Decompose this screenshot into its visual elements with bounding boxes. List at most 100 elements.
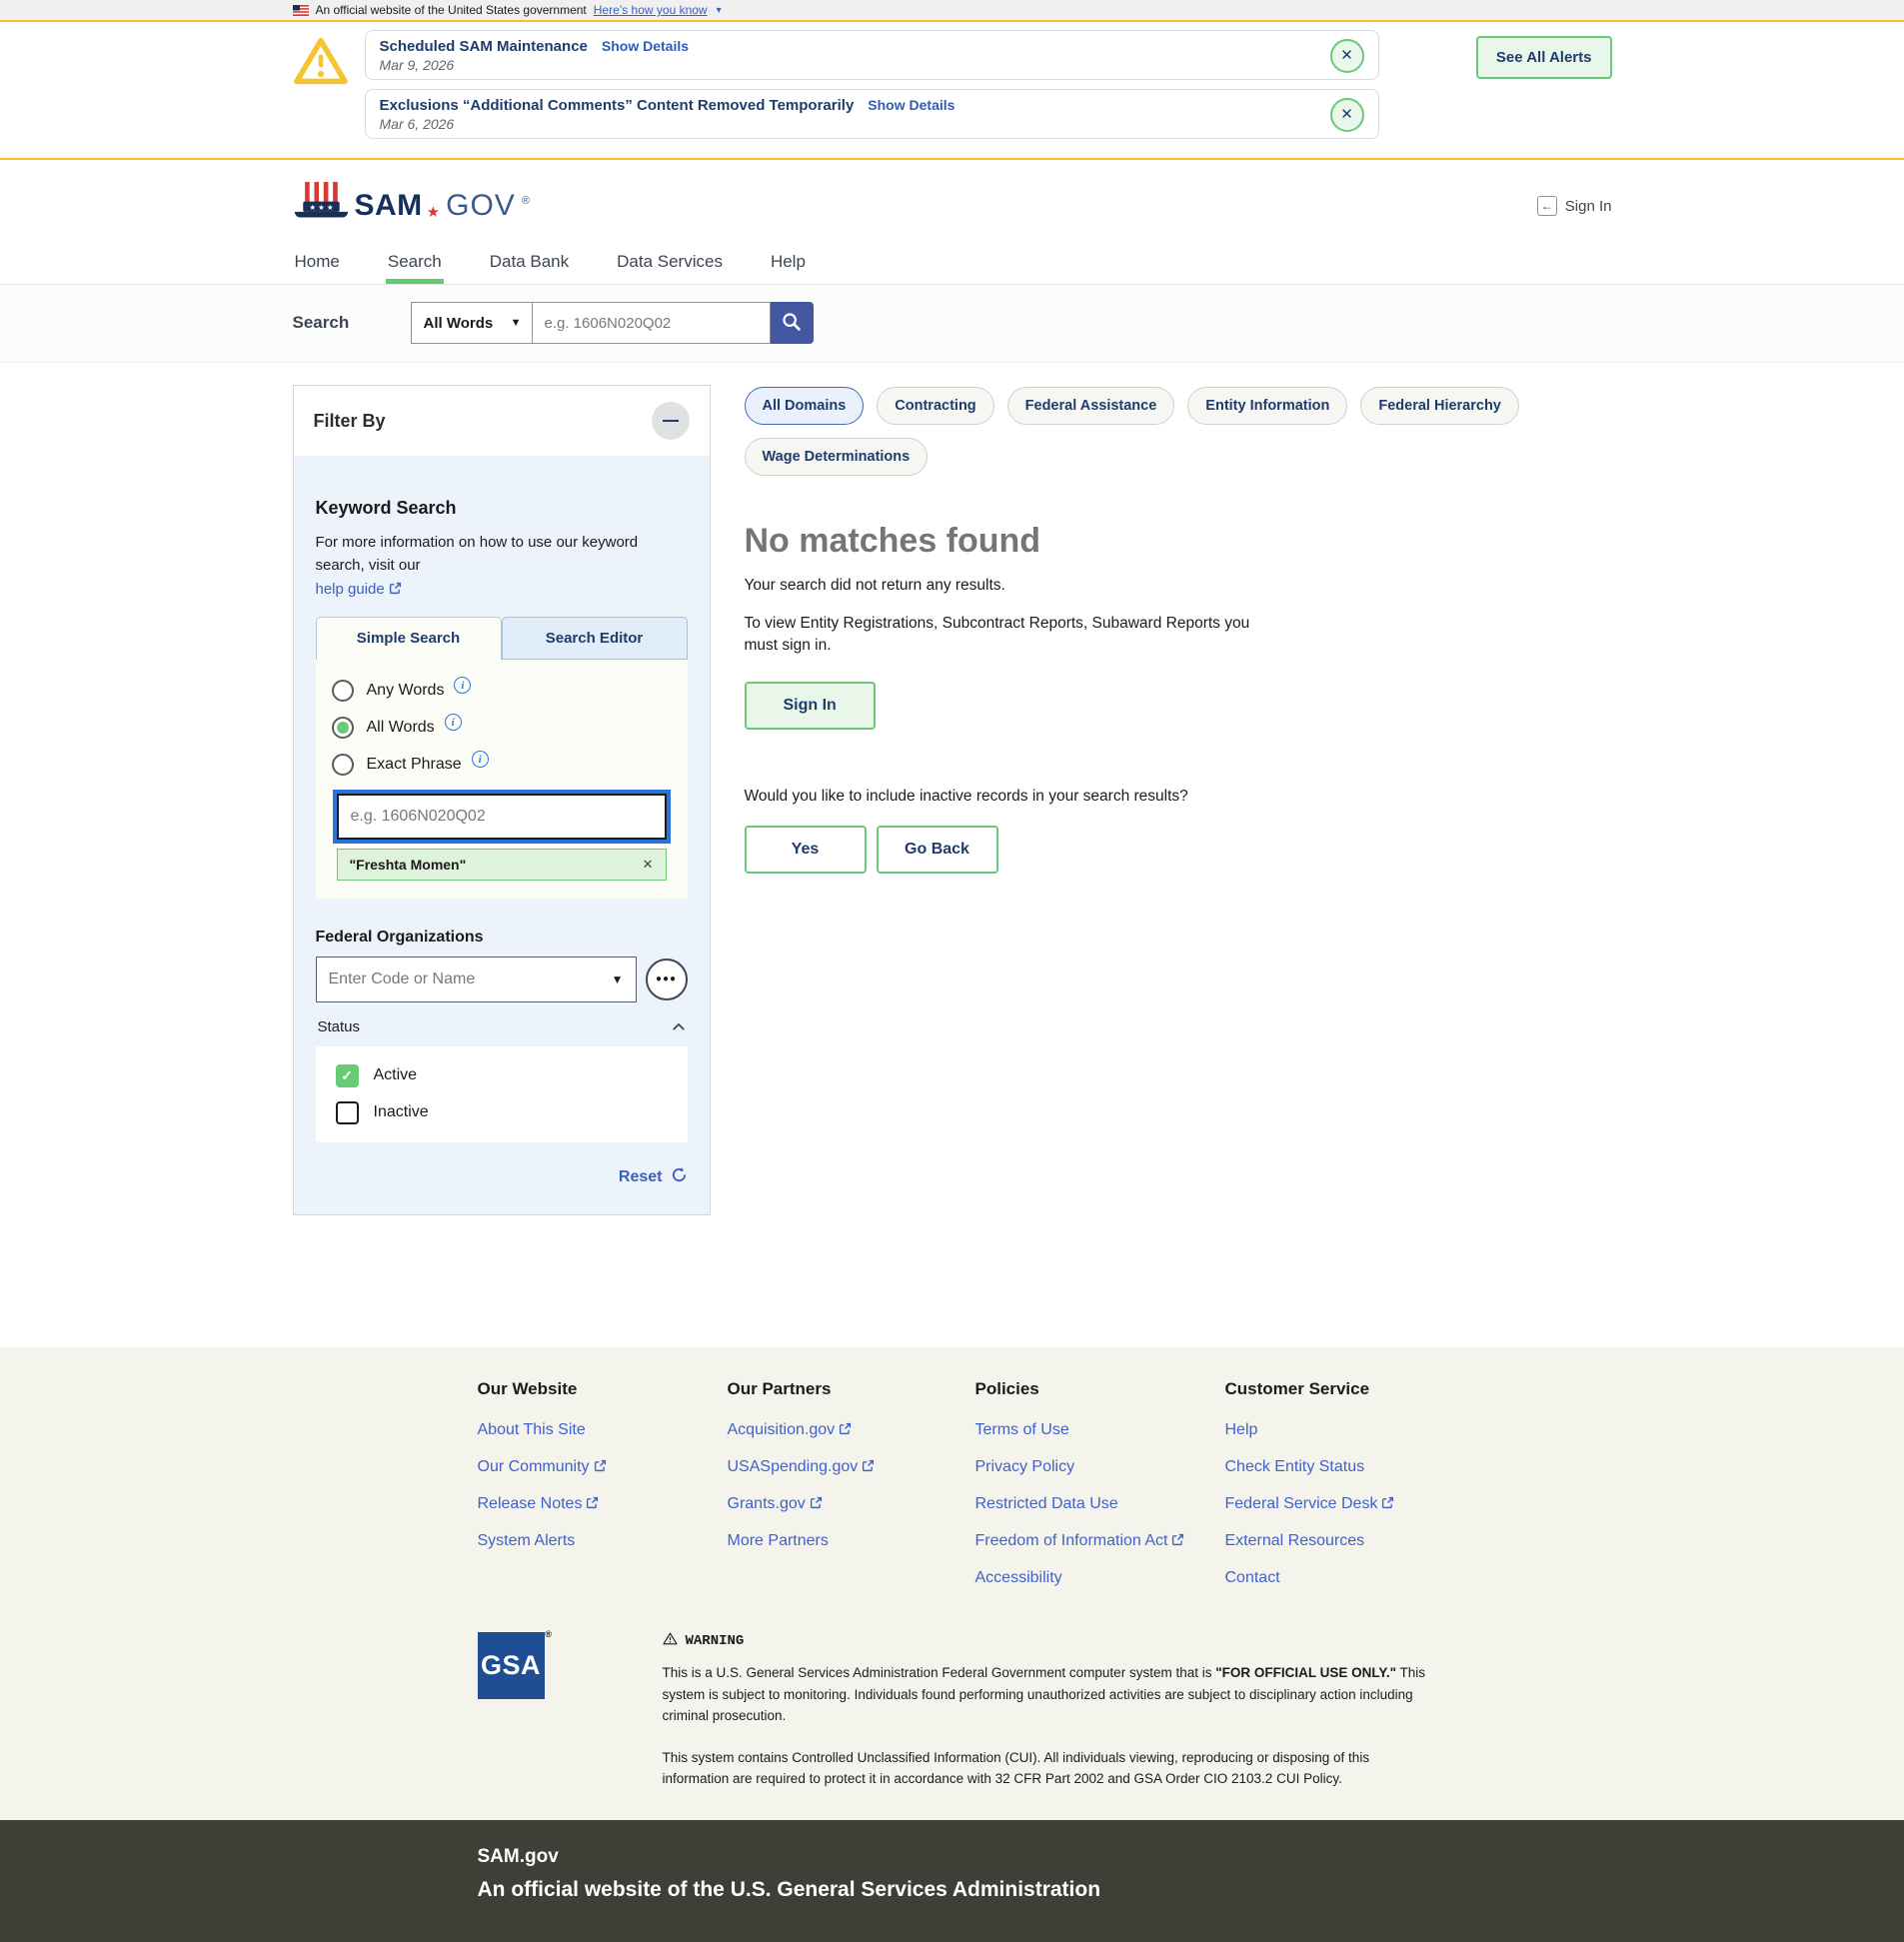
- checkbox-unchecked-icon: [336, 1101, 359, 1124]
- help-guide-link[interactable]: help guide: [316, 581, 385, 598]
- chevron-up-icon: [672, 1018, 686, 1036]
- domain-chip-wage-determinations[interactable]: Wage Determinations: [745, 438, 929, 476]
- external-link-icon: [582, 1495, 599, 1512]
- status-section-toggle[interactable]: Status: [316, 1018, 688, 1036]
- footer-link-terms-of-use[interactable]: Terms of Use: [975, 1421, 1225, 1439]
- filter-panel: Filter By Keyword Search For more inform…: [293, 385, 711, 1215]
- go-back-button[interactable]: Go Back: [877, 826, 998, 874]
- yes-button[interactable]: Yes: [745, 826, 867, 874]
- sam-gov-logo[interactable]: ★ ★ ★ SAM★GOV®: [293, 180, 530, 232]
- footer-link-federal-service-desk[interactable]: Federal Service Desk: [1225, 1495, 1427, 1513]
- results-sign-in-button[interactable]: Sign In: [745, 682, 876, 730]
- alert-date: Mar 9, 2026: [380, 57, 1330, 73]
- radio-any-words-label: Any Words: [367, 682, 445, 700]
- collapse-filters-button[interactable]: [652, 402, 690, 440]
- see-all-alerts-button[interactable]: See All Alerts: [1476, 36, 1612, 79]
- minus-icon: [663, 420, 679, 422]
- logo-registered-mark: ®: [522, 195, 530, 207]
- uncle-sam-hat-icon: ★ ★ ★: [293, 180, 349, 232]
- filter-panel-title: Filter By: [314, 411, 386, 432]
- info-icon[interactable]: i: [472, 751, 489, 768]
- nav-item-home[interactable]: Home: [293, 242, 342, 284]
- results-area: All Domains Contracting Federal Assistan…: [745, 385, 1612, 874]
- domain-chip-entity-information[interactable]: Entity Information: [1187, 387, 1347, 425]
- checkbox-checked-icon: ✓: [336, 1064, 359, 1087]
- footer-link-more-partners[interactable]: More Partners: [728, 1532, 975, 1550]
- keyword-chip: "Freshta Momen" ✕: [337, 849, 667, 881]
- footer-link-about-this-site[interactable]: About This Site: [478, 1421, 728, 1439]
- footer-heading: Customer Service: [1225, 1379, 1427, 1399]
- footer-link-help[interactable]: Help: [1225, 1421, 1427, 1439]
- footer-link-restricted-data-use[interactable]: Restricted Data Use: [975, 1495, 1225, 1513]
- no-matches-heading: No matches found: [745, 522, 1612, 561]
- external-link-icon: [806, 1495, 823, 1512]
- domain-chip-federal-hierarchy[interactable]: Federal Hierarchy: [1360, 387, 1519, 425]
- nav-item-search[interactable]: Search: [386, 242, 444, 284]
- logo-star: ★: [427, 203, 440, 221]
- keyword-info-text: For more information on how to use our k…: [316, 534, 639, 574]
- search-mode-value: All Words: [424, 315, 494, 332]
- us-flag-icon: [293, 5, 309, 16]
- no-results-text: Your search did not return any results.: [745, 577, 1612, 595]
- radio-all-words[interactable]: [332, 717, 354, 739]
- tab-simple-search[interactable]: Simple Search: [316, 617, 502, 660]
- svg-text:★ ★ ★: ★ ★ ★: [309, 203, 333, 212]
- footer-link-accessibility[interactable]: Accessibility: [975, 1569, 1225, 1587]
- chevron-down-icon: ▾: [717, 5, 722, 16]
- global-search-input[interactable]: [533, 302, 771, 344]
- federal-org-select[interactable]: Enter Code or Name ▼: [316, 957, 637, 1002]
- domain-chip-all-domains[interactable]: All Domains: [745, 387, 865, 425]
- nav-item-data-bank[interactable]: Data Bank: [488, 242, 571, 284]
- search-mode-select[interactable]: All Words ▼: [411, 302, 533, 344]
- alert-title: Scheduled SAM Maintenance: [380, 38, 588, 55]
- domain-chip-federal-assistance[interactable]: Federal Assistance: [1007, 387, 1175, 425]
- refresh-icon: [671, 1166, 688, 1188]
- nav-item-data-services[interactable]: Data Services: [615, 242, 725, 284]
- chip-remove-icon[interactable]: ✕: [643, 857, 654, 873]
- show-details-link[interactable]: Show Details: [602, 38, 689, 54]
- close-icon[interactable]: ✕: [1330, 98, 1364, 132]
- info-icon[interactable]: i: [445, 714, 462, 731]
- radio-exact-phrase[interactable]: [332, 754, 354, 776]
- gov-banner-text: An official website of the United States…: [316, 3, 587, 17]
- external-link-icon: [590, 1458, 607, 1475]
- tab-search-editor[interactable]: Search Editor: [502, 617, 688, 660]
- footer-link-acquisition-gov[interactable]: Acquisition.gov: [728, 1421, 975, 1439]
- reset-filters-link[interactable]: Reset: [619, 1168, 663, 1186]
- footer-link-grants-gov[interactable]: Grants.gov: [728, 1495, 975, 1513]
- footer-link-external-resources[interactable]: External Resources: [1225, 1532, 1427, 1550]
- external-link-icon: [385, 581, 402, 598]
- external-link-icon: [858, 1458, 875, 1475]
- footer-link-usaspending-gov[interactable]: USASpending.gov: [728, 1458, 975, 1476]
- warning-paragraph-2: This system contains Controlled Unclassi…: [663, 1747, 1427, 1790]
- domain-chip-contracting[interactable]: Contracting: [877, 387, 993, 425]
- footer-link-system-alerts[interactable]: System Alerts: [478, 1532, 728, 1550]
- footer-site-tagline: An official website of the U.S. General …: [478, 1878, 1427, 1902]
- search-band: Search All Words ▼: [0, 285, 1904, 363]
- checkbox-inactive-row[interactable]: Inactive: [336, 1101, 668, 1124]
- alert-title: Exclusions “Additional Comments” Content…: [380, 97, 855, 114]
- radio-all-words-label: All Words: [367, 719, 435, 737]
- more-options-button[interactable]: ●●●: [646, 959, 688, 1000]
- info-icon[interactable]: i: [454, 677, 471, 694]
- nav-item-help[interactable]: Help: [769, 242, 808, 284]
- footer-link-check-entity-status[interactable]: Check Entity Status: [1225, 1458, 1427, 1476]
- footer-link-release-notes[interactable]: Release Notes: [478, 1495, 728, 1513]
- external-link-icon: [1377, 1495, 1394, 1512]
- footer-link-privacy-policy[interactable]: Privacy Policy: [975, 1458, 1225, 1476]
- search-submit-button[interactable]: [771, 302, 814, 344]
- site-header: ★ ★ ★ SAM★GOV® ← Sign In: [0, 160, 1904, 242]
- sign-in-label: Sign In: [1565, 198, 1612, 215]
- radio-any-words[interactable]: [332, 680, 354, 702]
- how-you-know-link[interactable]: Here’s how you know: [594, 3, 708, 17]
- logo-gov-text: GOV: [446, 189, 516, 223]
- show-details-link[interactable]: Show Details: [868, 97, 954, 113]
- external-link-icon: [1167, 1532, 1184, 1549]
- footer-link-our-community[interactable]: Our Community: [478, 1458, 728, 1476]
- footer-link-contact[interactable]: Contact: [1225, 1569, 1427, 1587]
- keyword-search-input[interactable]: [337, 794, 667, 840]
- checkbox-active-row[interactable]: ✓ Active: [336, 1064, 668, 1087]
- footer-link-foia[interactable]: Freedom of Information Act: [975, 1532, 1225, 1550]
- close-icon[interactable]: ✕: [1330, 39, 1364, 73]
- header-sign-in[interactable]: ← Sign In: [1537, 196, 1612, 216]
